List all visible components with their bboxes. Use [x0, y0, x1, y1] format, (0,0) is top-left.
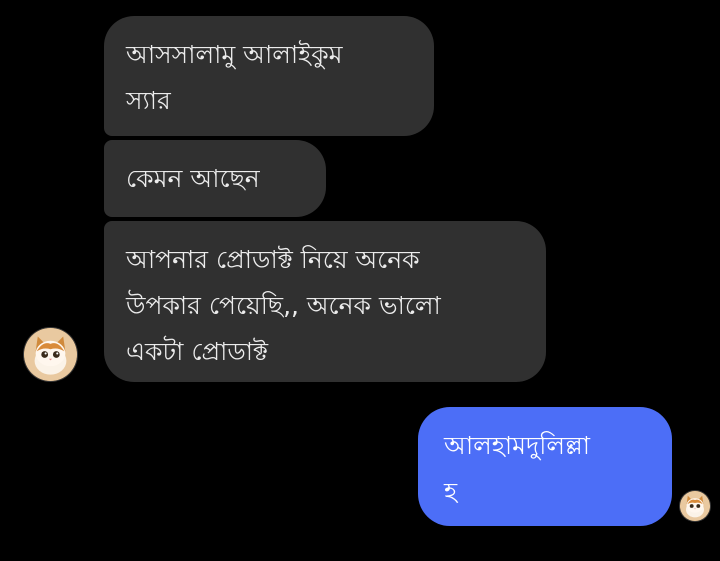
incoming-message-bubble[interactable]: আসসালামু আলাইকুম স্যার [104, 16, 434, 136]
incoming-message-bubble[interactable]: কেমন আছেন [104, 140, 326, 217]
outgoing-message-bubble[interactable]: আলহামদুলিল্লা হ [418, 407, 672, 526]
incoming-message-bubble[interactable]: আপনার প্রোডাক্ট নিয়ে অনেক উপকার পেয়েছি… [104, 221, 546, 382]
kitten-avatar-icon [680, 491, 710, 521]
self-avatar[interactable] [680, 491, 710, 521]
contact-avatar[interactable] [24, 328, 77, 381]
kitten-avatar-icon [24, 328, 77, 381]
